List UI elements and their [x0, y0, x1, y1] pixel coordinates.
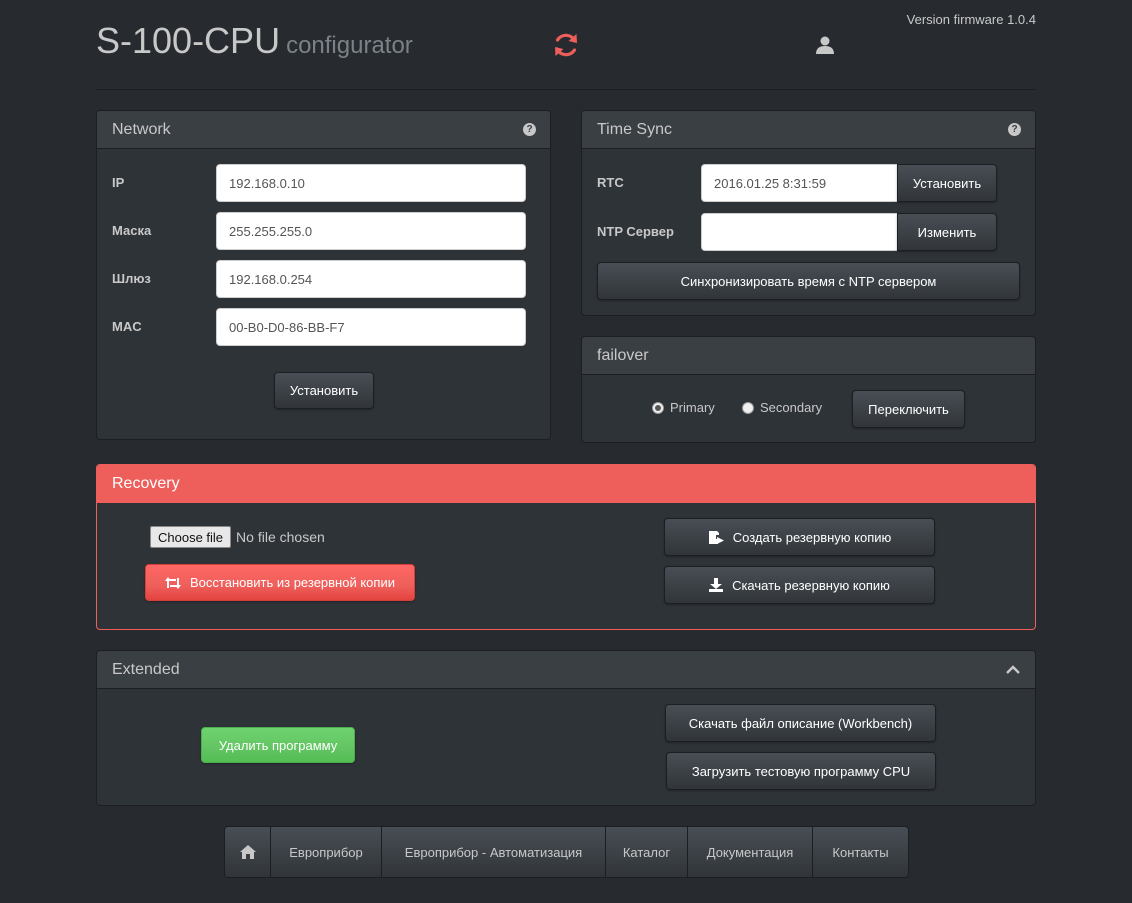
file-picker[interactable]: Choose file No file chosen	[150, 526, 325, 548]
app-title-subtitle: configurator	[286, 32, 413, 59]
download-description-button[interactable]: Скачать файл описание (Workbench)	[665, 704, 936, 742]
help-icon[interactable]: ?	[1008, 123, 1021, 136]
app-title-main: S-100-CPU	[96, 20, 281, 61]
download-backup-button[interactable]: Скачать резервную копию	[664, 566, 935, 604]
retweet-icon	[165, 576, 182, 589]
create-backup-label: Создать резервную копию	[732, 529, 892, 545]
ntp-server-label: NTP Сервер	[597, 224, 674, 239]
restore-backup-button[interactable]: Восстановить из резервной копии	[145, 564, 415, 601]
ntp-server-input[interactable]	[701, 213, 898, 251]
network-set-button[interactable]: Установить	[274, 372, 374, 409]
recovery-panel-heading: Recovery	[97, 465, 1035, 503]
footer-nav: Европрибор Европрибор - Автоматизация Ка…	[224, 826, 909, 878]
radio-primary-dot[interactable]	[652, 401, 664, 414]
extended-panel-title: Extended	[112, 660, 180, 678]
ip-label: IP	[112, 175, 125, 190]
chevron-up-icon[interactable]	[1005, 664, 1021, 675]
failover-panel: failover	[581, 336, 1036, 443]
time-sync-panel-heading: Time Sync ?	[582, 111, 1035, 149]
rtc-set-button[interactable]: Установить	[897, 164, 997, 202]
choose-file-button[interactable]: Choose file	[150, 526, 232, 548]
radio-secondary-label: Secondary	[760, 400, 823, 415]
extended-panel-heading[interactable]: Extended	[97, 651, 1035, 689]
firmware-version: Version firmware 1.0.4	[906, 12, 1036, 27]
download-icon	[709, 578, 724, 592]
mask-label: Маска	[112, 223, 152, 238]
radio-primary-label: Primary	[670, 400, 715, 415]
ip-input[interactable]: 192.168.0.10	[216, 164, 526, 202]
footer-link-documentation[interactable]: Документация	[688, 827, 813, 877]
create-backup-button[interactable]: Создать резервную копию	[664, 518, 935, 556]
help-icon[interactable]: ?	[523, 123, 536, 136]
network-panel-title: Network	[112, 120, 171, 138]
rtc-input[interactable]: 2016.01.25 8:31:59	[701, 164, 898, 202]
download-backup-label: Скачать резервную копию	[732, 577, 890, 593]
radio-secondary[interactable]: Secondary	[742, 400, 822, 415]
home-icon	[239, 845, 256, 859]
rtc-label: RTC	[597, 175, 624, 190]
ntp-sync-button[interactable]: Синхронизировать время с NTP сервером	[597, 262, 1020, 300]
ntp-change-button[interactable]: Изменить	[897, 213, 997, 251]
failover-panel-heading: failover	[582, 337, 1035, 375]
mac-label: MAC	[112, 319, 142, 334]
gateway-label: Шлюз	[112, 271, 151, 286]
header-divider	[96, 89, 1036, 90]
footer-link-evropribor[interactable]: Европрибор	[271, 827, 382, 877]
radio-primary[interactable]: Primary	[652, 400, 715, 415]
failover-panel-title: failover	[597, 346, 649, 364]
failover-switch-button[interactable]: Переключить	[852, 390, 965, 428]
file-name-label: No file chosen	[236, 529, 325, 545]
save-file-icon	[708, 530, 724, 545]
refresh-icon[interactable]	[551, 30, 581, 60]
gateway-input[interactable]: 192.168.0.254	[216, 260, 526, 298]
radio-secondary-dot[interactable]	[742, 401, 754, 414]
load-test-program-button[interactable]: Загрузить тестовую программу CPU	[666, 752, 936, 790]
app-title: S-100-CPU configurator	[96, 20, 413, 62]
recovery-panel-title: Recovery	[112, 474, 180, 492]
delete-program-button[interactable]: Удалить программу	[201, 727, 355, 763]
footer-link-evropribor-automation[interactable]: Европрибор - Автоматизация	[382, 827, 606, 877]
time-sync-panel-title: Time Sync	[597, 120, 672, 138]
mask-input[interactable]: 255.255.255.0	[216, 212, 526, 250]
mac-input[interactable]: 00-B0-D0-86-BB-F7	[216, 308, 526, 346]
footer-link-catalog[interactable]: Каталог	[606, 827, 688, 877]
network-panel-heading: Network ?	[97, 111, 550, 149]
footer-link-contacts[interactable]: Контакты	[813, 827, 908, 877]
footer-home-link[interactable]	[225, 827, 271, 877]
user-icon[interactable]	[814, 34, 836, 56]
restore-backup-label: Восстановить из резервной копии	[190, 575, 395, 590]
